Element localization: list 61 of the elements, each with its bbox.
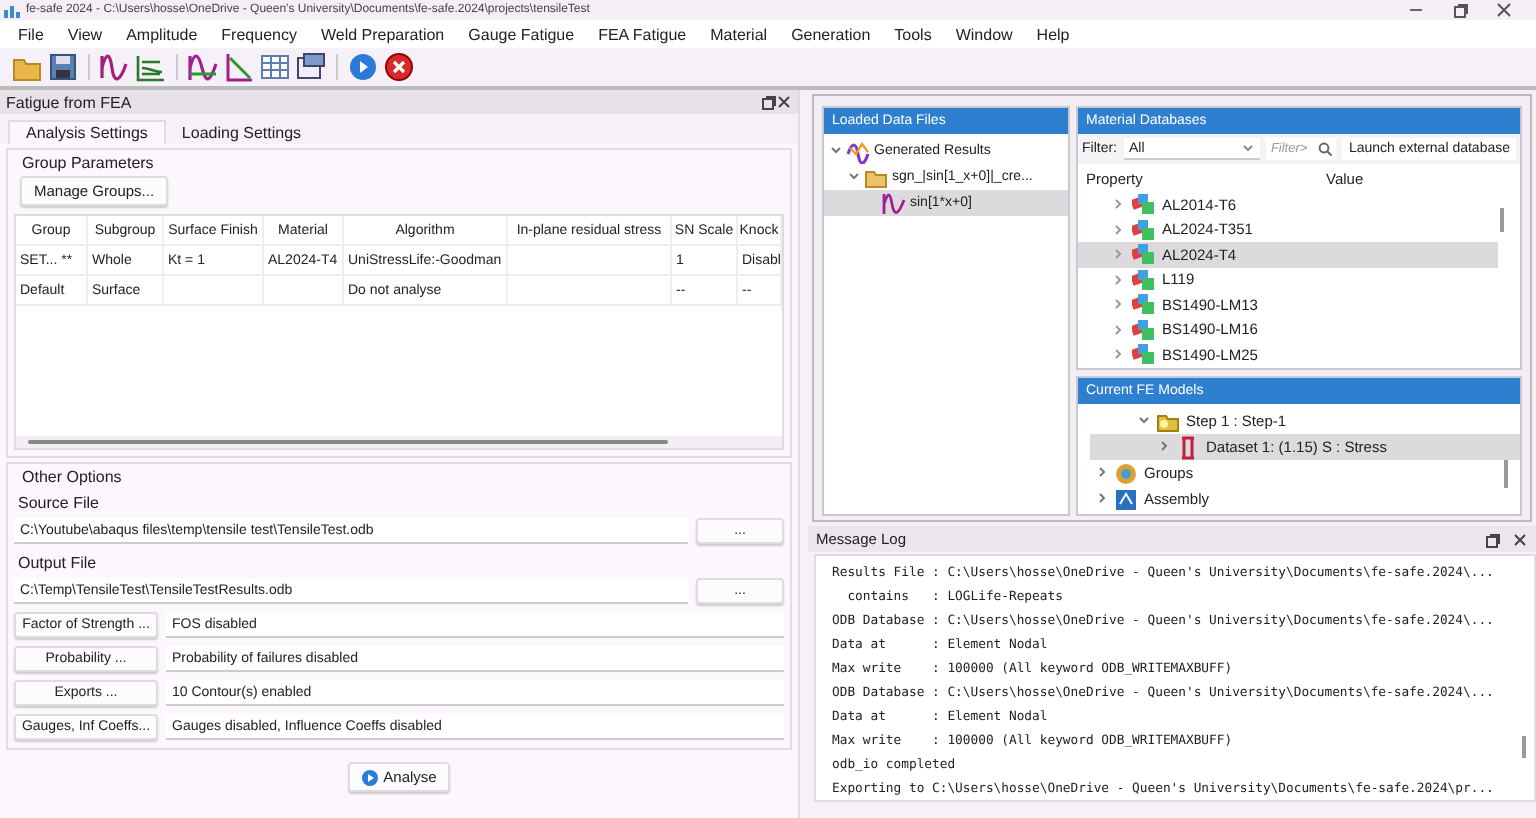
window-icon[interactable]	[296, 52, 326, 82]
line-plot-icon[interactable]	[224, 52, 254, 82]
menu-item[interactable]: Window	[943, 25, 1025, 43]
material-icon	[1132, 269, 1154, 290]
wave-plot-icon[interactable]	[188, 52, 218, 82]
vertical-scrollbar[interactable]	[1522, 736, 1526, 758]
material-icon	[1132, 219, 1154, 240]
bracket-icon	[1176, 435, 1200, 459]
restore-icon[interactable]	[1452, 2, 1468, 18]
expand-chevron-icon[interactable]	[1096, 465, 1108, 477]
ring-icon	[1114, 461, 1138, 485]
field-label: Output File	[16, 552, 99, 572]
wave-icon[interactable]	[100, 52, 130, 82]
material-icon	[1132, 194, 1154, 215]
blocks-icon	[1114, 487, 1138, 511]
section-title: Group Parameters	[20, 154, 156, 172]
run-icon[interactable]	[348, 52, 378, 82]
app-logo-icon	[4, 3, 20, 17]
panel-title: Fatigue from FEA	[6, 93, 134, 111]
collapse-chevron-icon[interactable]	[1138, 413, 1150, 425]
material-icon	[1132, 344, 1154, 365]
menu-item[interactable]: Gauge Fatigue	[456, 25, 587, 43]
chart-icon	[846, 139, 870, 163]
float-icon	[760, 94, 776, 110]
collapse-chevron-icon[interactable]	[830, 143, 842, 155]
expand-chevron-icon[interactable]	[1096, 491, 1108, 503]
menu-item[interactable]: File	[6, 25, 56, 43]
vertical-scrollbar[interactable]	[1504, 460, 1508, 488]
collapse-chevron-icon[interactable]	[848, 169, 860, 181]
field-label: Source File	[16, 492, 101, 512]
menu-item[interactable]: Generation	[779, 25, 883, 43]
menu-item[interactable]: FEA Fatigue	[586, 25, 699, 43]
menu-item[interactable]: Help	[1024, 25, 1082, 43]
material-icon	[1132, 319, 1154, 340]
table-icon[interactable]	[260, 52, 290, 82]
menu-item[interactable]: Tools	[882, 25, 944, 43]
float-icon	[1484, 531, 1500, 547]
expand-chevron-icon[interactable]	[1158, 439, 1170, 451]
close-icon[interactable]	[1496, 2, 1512, 18]
material-icon	[1132, 244, 1154, 265]
tab[interactable]: Loading Settings	[165, 120, 318, 144]
close-icon[interactable]	[1512, 531, 1528, 547]
menu-item[interactable]: Amplitude	[114, 25, 210, 43]
menu-item[interactable]: Weld Preparation	[308, 25, 457, 43]
horizontal-scrollbar[interactable]	[16, 436, 782, 448]
dropdown-caret-icon	[1242, 142, 1255, 154]
stop-icon[interactable]	[384, 52, 414, 82]
menu-item[interactable]: Material	[698, 25, 780, 43]
material-icon	[1132, 294, 1154, 315]
close-icon[interactable]	[776, 94, 792, 110]
folder-icon	[1156, 409, 1180, 433]
wave-icon	[882, 191, 906, 215]
search-icon	[1318, 142, 1333, 156]
menu-item[interactable]: View	[55, 25, 115, 43]
tab[interactable]: Analysis Settings	[8, 120, 166, 144]
vertical-scrollbar[interactable]	[1500, 208, 1504, 232]
save-icon[interactable]	[48, 52, 78, 82]
run-icon	[361, 769, 378, 785]
curves-icon[interactable]	[136, 52, 166, 82]
section-title: Other Options	[20, 468, 124, 486]
menu-item[interactable]: Frequency	[209, 25, 309, 43]
